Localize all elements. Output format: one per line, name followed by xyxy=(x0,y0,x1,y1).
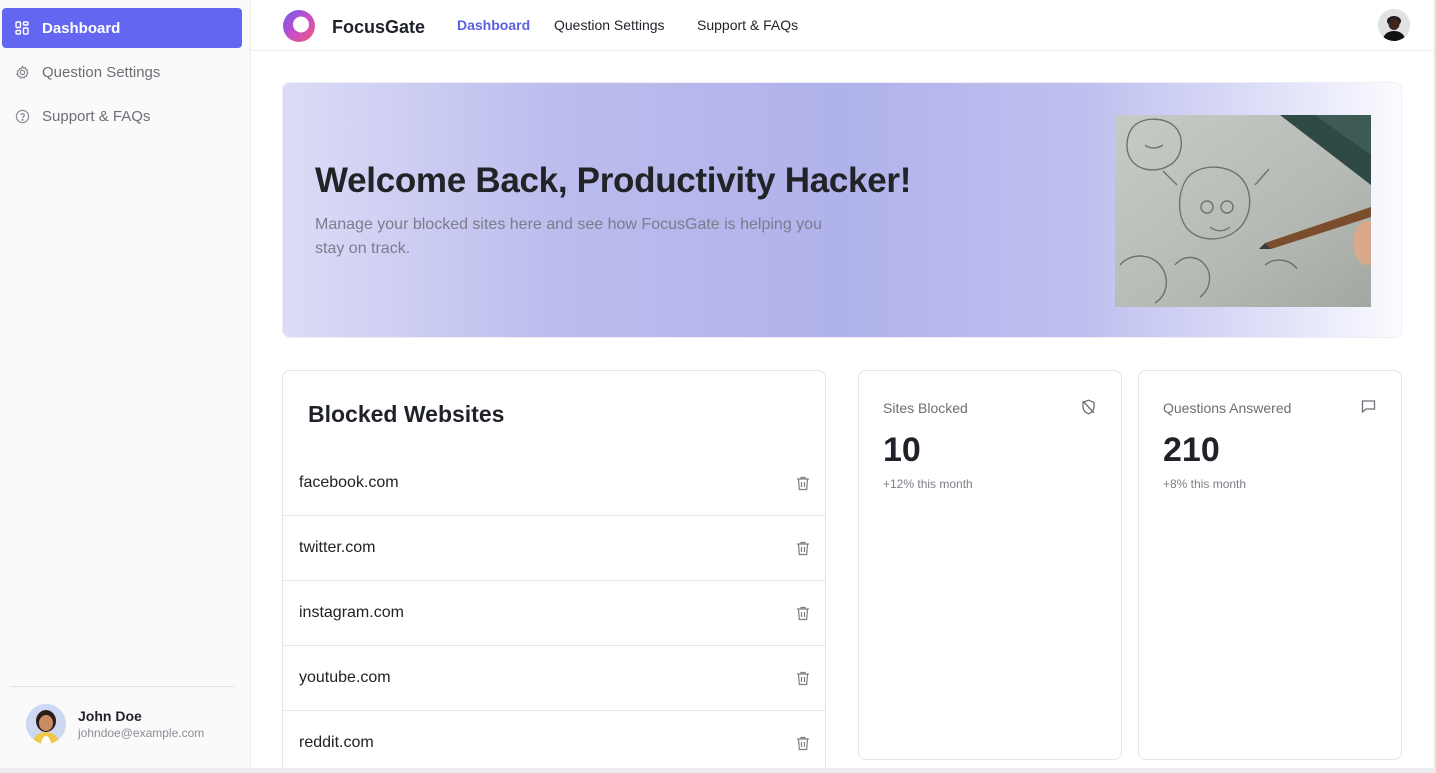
trash-icon[interactable] xyxy=(795,670,811,686)
stat-value: 10 xyxy=(883,431,921,469)
list-item: twitter.com xyxy=(283,516,825,581)
stat-change: +8% this month xyxy=(1163,477,1247,491)
dashboard-grid-icon xyxy=(14,20,30,36)
sidebar-item-label: Question Settings xyxy=(42,63,161,81)
nav-link-dashboard[interactable]: Dashboard xyxy=(457,17,530,33)
stat-label: Questions Answered xyxy=(1163,400,1292,416)
site-name: twitter.com xyxy=(299,539,376,556)
stat-label: Sites Blocked xyxy=(883,400,968,416)
sidebar-item-dashboard[interactable]: Dashboard xyxy=(2,8,242,48)
trash-icon[interactable] xyxy=(795,540,811,556)
app-logo-icon[interactable] xyxy=(282,9,316,43)
gear-icon xyxy=(14,64,30,80)
site-name: instagram.com xyxy=(299,604,404,621)
welcome-banner: Welcome Back, Productivity Hacker! Manag… xyxy=(282,82,1402,338)
message-square-icon xyxy=(1361,399,1377,415)
sidebar-item-label: Dashboard xyxy=(42,19,121,37)
list-item: reddit.com xyxy=(283,711,825,773)
questions-answered-card: Questions Answered 210 +8% this month xyxy=(1138,370,1402,760)
user-email: johndoe@example.com xyxy=(78,726,205,740)
trash-icon[interactable] xyxy=(795,605,811,621)
blocked-websites-title: Blocked Websites xyxy=(308,401,505,427)
sites-blocked-card: Sites Blocked 10 +12% this month xyxy=(858,370,1122,760)
site-name: youtube.com xyxy=(299,669,391,686)
user-profile[interactable]: John Doe johndoe@example.com xyxy=(26,704,204,744)
nav-link-question-settings[interactable]: Question Settings xyxy=(554,17,665,33)
help-circle-icon xyxy=(14,108,30,124)
trash-icon[interactable] xyxy=(795,735,811,751)
sidebar-item-question-settings[interactable]: Question Settings xyxy=(2,52,242,92)
window-bottom-edge xyxy=(0,768,1436,773)
site-name: facebook.com xyxy=(299,474,399,491)
stat-change: +12% this month xyxy=(883,477,973,491)
top-navbar: FocusGate Dashboard Question Settings Su… xyxy=(251,0,1436,51)
shield-off-icon xyxy=(1081,399,1097,415)
brand-name: FocusGate xyxy=(332,17,426,37)
welcome-subtitle: Manage your blocked sites here and see h… xyxy=(315,216,822,257)
account-avatar[interactable] xyxy=(1378,9,1410,41)
site-name: reddit.com xyxy=(299,734,374,751)
stat-value: 210 xyxy=(1163,431,1220,469)
welcome-title: Welcome Back, Productivity Hacker! xyxy=(315,161,912,200)
sidebar-divider xyxy=(10,686,234,687)
blocked-websites-card: Blocked Websites facebook.com twitter.co… xyxy=(282,370,826,773)
trash-icon[interactable] xyxy=(795,475,811,491)
nav-link-support-faqs[interactable]: Support & FAQs xyxy=(697,17,798,33)
list-item: instagram.com xyxy=(283,581,825,646)
list-item: facebook.com xyxy=(283,451,825,516)
sidebar-item-support-faqs[interactable]: Support & FAQs xyxy=(2,96,242,136)
list-item: youtube.com xyxy=(283,646,825,711)
user-name: John Doe xyxy=(78,708,142,724)
hero-illustration-image xyxy=(1115,115,1371,307)
avatar xyxy=(26,704,66,744)
sidebar-item-label: Support & FAQs xyxy=(42,107,151,125)
sidebar: Dashboard Question Settings Support & FA… xyxy=(0,0,251,768)
